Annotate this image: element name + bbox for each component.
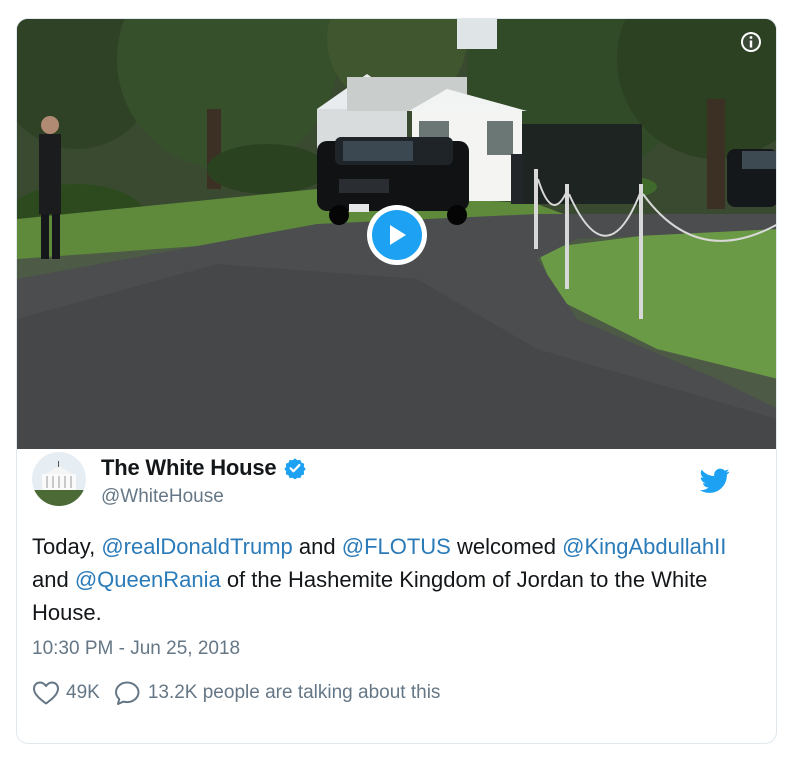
mention-link[interactable]: @QueenRania xyxy=(75,567,221,592)
video-player[interactable] xyxy=(17,19,776,449)
name-row: The White House xyxy=(101,455,307,481)
mention-link[interactable]: @realDonaldTrump xyxy=(101,534,292,559)
tweet-timestamp[interactable]: 10:30 PM - Jun 25, 2018 xyxy=(32,638,240,660)
mention-link[interactable]: @FLOTUS xyxy=(342,534,451,559)
tweet-text-segment: and xyxy=(32,567,75,592)
display-name[interactable]: The White House xyxy=(101,455,277,481)
like-count: 49K xyxy=(66,682,100,703)
tweet-text-segment: Today, xyxy=(32,534,102,559)
conversation-link[interactable]: 13.2K people are talking about this xyxy=(114,680,441,706)
play-icon xyxy=(372,210,422,260)
twitter-bird-icon[interactable] xyxy=(700,468,730,494)
tweet-card[interactable] xyxy=(16,18,777,744)
white-house-avatar[interactable] xyxy=(32,452,86,506)
conversation-count: 13.2K people are talking about this xyxy=(147,682,441,703)
tweet-text-segment: and xyxy=(292,534,342,559)
tweet-actions: 49K 13.2K people are talking about this xyxy=(32,680,440,706)
like-button[interactable]: 49K xyxy=(32,680,100,706)
user-handle[interactable]: @WhiteHouse xyxy=(101,486,224,508)
info-icon[interactable] xyxy=(740,31,762,53)
tweet-text-segment: welcomed xyxy=(450,534,563,559)
heart-icon xyxy=(33,681,59,705)
comment-icon xyxy=(114,681,140,705)
verified-badge-icon xyxy=(284,457,307,480)
play-button[interactable] xyxy=(367,205,427,265)
mention-link[interactable]: @KingAbdullahII xyxy=(562,534,726,559)
tweet-author: The White House @WhiteHouse xyxy=(32,452,732,512)
tweet-text: Today, @realDonaldTrump and @FLOTUS welc… xyxy=(32,530,732,629)
